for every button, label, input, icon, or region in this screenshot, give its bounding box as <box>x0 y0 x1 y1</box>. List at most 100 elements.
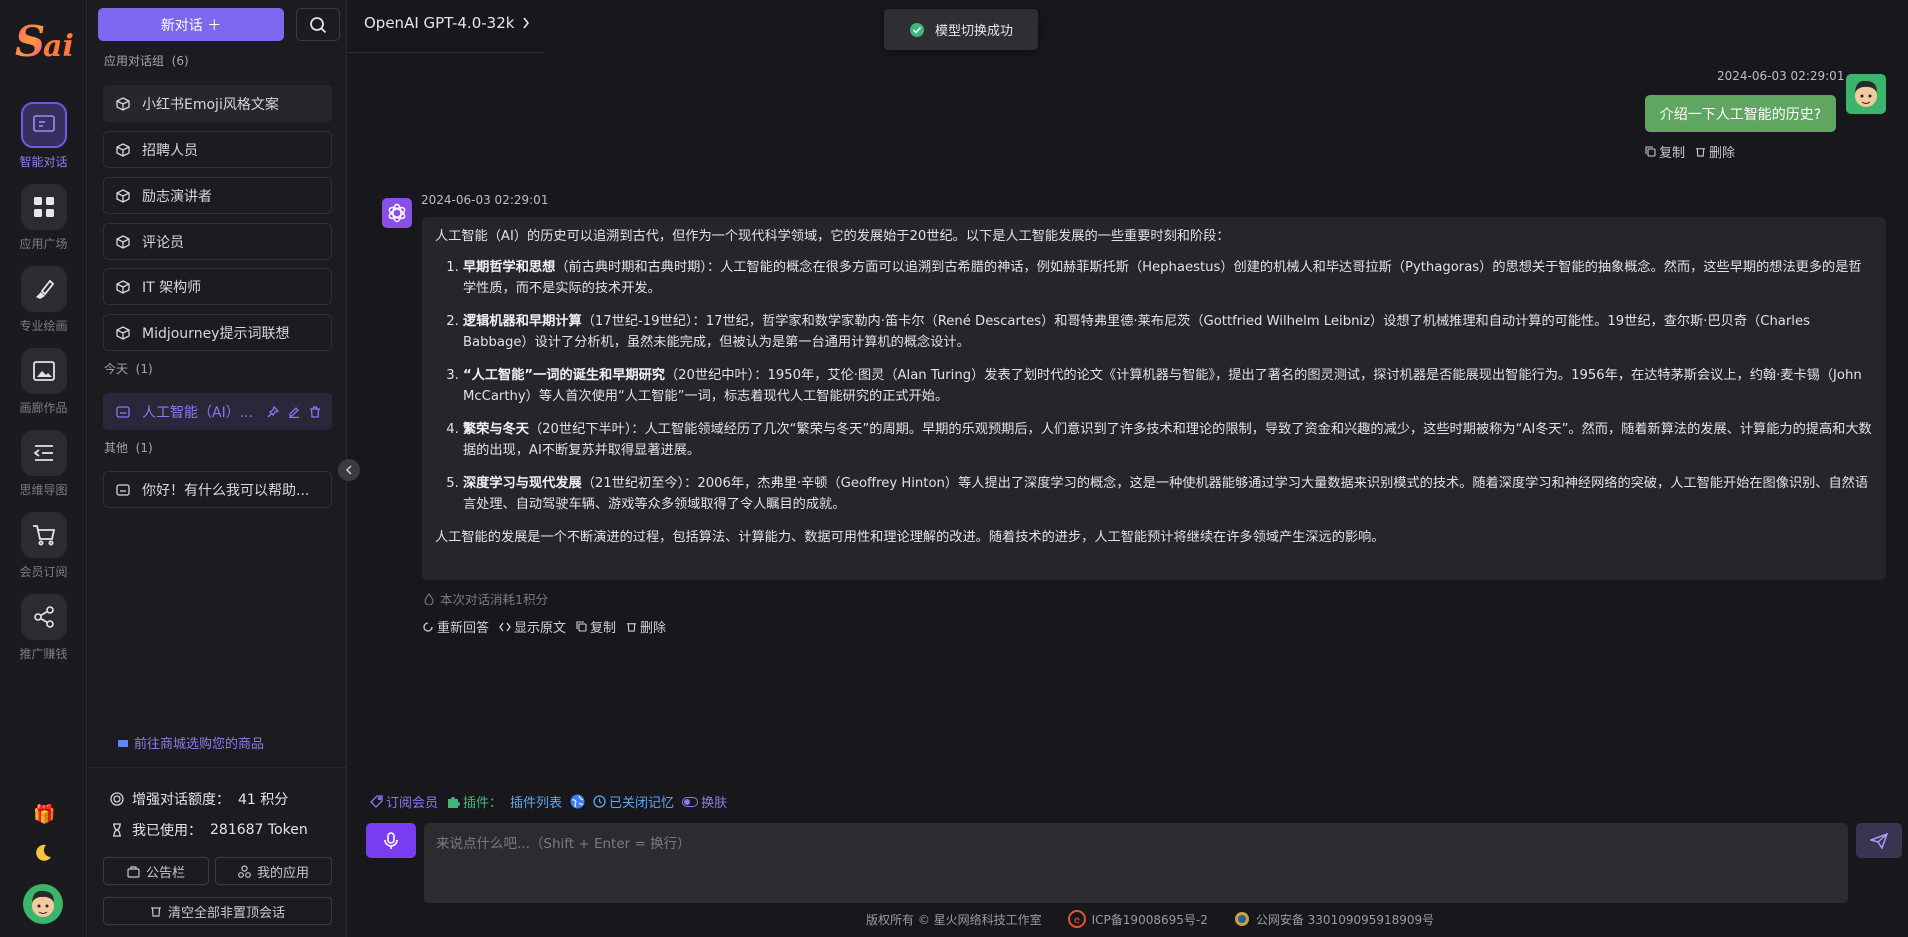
cube-icon <box>116 279 130 294</box>
svg-text:ai: ai <box>43 29 74 64</box>
delete-button[interactable]: 删除 <box>626 617 666 636</box>
apps-icon <box>238 864 251 878</box>
app-logo[interactable]: S ai <box>13 16 75 68</box>
ai-message-content: 人工智能（AI）的历史可以追溯到古代，但作为一个现代科学领域，它的发展始于20世… <box>422 217 1886 580</box>
conversation-sidebar: 新对话 ＋ 应用对话组 (6) 小红书Emoji风格文案 招聘人员 励志演讲者 … <box>88 0 347 937</box>
coin-icon <box>110 792 124 806</box>
theme-toggle[interactable]: 换肤 <box>682 792 727 811</box>
code-icon <box>499 622 511 631</box>
trash-icon[interactable] <box>309 405 321 418</box>
store-icon <box>118 739 128 747</box>
drop-icon <box>424 592 434 605</box>
plugin-list-button[interactable]: 插件列表 <box>510 792 562 811</box>
icp-icon: e <box>1067 910 1086 928</box>
subscribe-button[interactable]: 订阅会员 <box>370 792 438 811</box>
apps-grid-icon <box>20 184 67 230</box>
show-raw-button[interactable]: 显示原文 <box>499 617 566 636</box>
pin-icon[interactable] <box>267 405 279 418</box>
share-icon <box>20 594 67 640</box>
user-message-bubble: 介绍一下人工智能的历史? <box>1645 95 1836 132</box>
page-footer: 版权所有 © 星火网络科技工作室 e ICP备19008695号-2 公网安备 … <box>866 910 1434 928</box>
icp-link[interactable]: ICP备19008695号-2 <box>1092 911 1208 928</box>
toast-notification: 模型切换成功 <box>884 9 1038 50</box>
conversation-item[interactable]: 你好！有什么我可以帮助... <box>103 471 332 508</box>
cart-icon <box>20 512 67 558</box>
rail-item-subscribe[interactable]: 会员订阅 <box>0 512 87 594</box>
my-apps-button[interactable]: 我的应用 <box>215 857 332 885</box>
check-circle-icon <box>909 22 924 37</box>
rail-item-paint[interactable]: 专业绘画 <box>0 266 87 348</box>
cube-icon <box>116 188 130 203</box>
list-item: 深度学习与现代发展（21世纪初至今）：2006年，杰弗里·辛顿（Geoffrey… <box>463 473 1873 516</box>
rail-label: 应用广场 <box>19 237 68 251</box>
voice-input-button[interactable] <box>366 823 416 858</box>
chevron-left-icon <box>345 465 352 475</box>
moon-icon[interactable] <box>33 843 55 865</box>
user-avatar[interactable] <box>23 884 63 924</box>
app-item[interactable]: IT 架构师 <box>103 268 332 305</box>
notice-board-button[interactable]: 公告栏 <box>103 857 209 885</box>
shop-link[interactable]: 前往商城选购您的商品 <box>118 733 264 752</box>
collapse-sidebar-button[interactable] <box>338 459 360 481</box>
globe-button[interactable] <box>570 794 585 809</box>
app-item[interactable]: Midjourney提示词联想 <box>103 314 332 351</box>
model-selector[interactable]: OpenAI GPT-4.0-32k <box>364 14 530 32</box>
police-record-link[interactable]: 公网安备 33010909591890​9号 <box>1256 911 1434 928</box>
message-input[interactable]: 来说点什么吧...（Shift + Enter = 换行） <box>424 823 1848 903</box>
cube-icon <box>116 234 130 249</box>
chevron-right-icon <box>523 17 530 29</box>
copy-icon <box>1645 146 1656 157</box>
edit-icon[interactable] <box>288 406 300 418</box>
model-name: OpenAI GPT-4.0-32k <box>364 14 515 32</box>
app-item[interactable]: 招聘人员 <box>103 131 332 168</box>
user-message-time: 2024-06-03 02:29:01 <box>1717 69 1845 83</box>
new-chat-button[interactable]: 新对话 ＋ <box>98 8 284 41</box>
puzzle-icon <box>448 796 461 808</box>
memory-icon <box>593 795 606 808</box>
rail-item-apps[interactable]: 应用广场 <box>0 184 87 266</box>
delete-button[interactable]: 删除 <box>1695 142 1735 161</box>
police-badge-icon <box>1234 912 1249 926</box>
rail-label: 智能对话 <box>19 155 68 169</box>
plugin-label: 插件： <box>446 792 502 811</box>
clear-conversations-button[interactable]: 清空全部非置顶会话 <box>103 897 332 925</box>
chat-icon <box>20 102 67 148</box>
memory-toggle[interactable]: 已关闭记忆 <box>593 792 674 811</box>
rail-label: 思维导图 <box>19 483 68 497</box>
rail-item-promote[interactable]: 推广赚钱 <box>0 594 87 676</box>
tag-icon <box>370 795 383 808</box>
ai-outro: 人工智能的发展是一个不断演进的过程，包括算法、计算能力、数据可用性和理论理解的改… <box>435 529 1385 545</box>
app-item[interactable]: 小红书Emoji风格文案 <box>103 85 332 122</box>
copy-button[interactable]: 复制 <box>1645 142 1685 161</box>
app-item[interactable]: 励志演讲者 <box>103 177 332 214</box>
conversation-title: 你好！有什么我可以帮助... <box>142 482 310 499</box>
app-item-label: Midjourney提示词联想 <box>142 325 290 342</box>
app-item-label: IT 架构师 <box>142 279 202 296</box>
gift-icon[interactable]: 🎁 <box>33 804 55 826</box>
openai-icon <box>388 203 406 223</box>
app-item[interactable]: 评论员 <box>103 223 332 260</box>
ai-list: 早期哲学和思想（前古典时期和古典时期）：人工智能的概念在很多方面可以追溯到古希腊… <box>435 257 1873 516</box>
regenerate-button[interactable]: 重新回答 <box>422 617 489 636</box>
cube-icon <box>116 96 130 111</box>
chat-bubble-icon <box>116 483 130 496</box>
trash-icon <box>626 623 637 632</box>
microphone-icon <box>384 831 398 849</box>
copy-button[interactable]: 复制 <box>576 617 616 636</box>
app-item-label: 励志演讲者 <box>142 188 212 205</box>
divider <box>88 767 347 768</box>
rail-item-gallery[interactable]: 画廊作品 <box>0 348 87 430</box>
usage-row: 我已使用： 281687 Token <box>110 820 308 840</box>
conversation-item-active[interactable]: 人工智能（AI）... <box>103 393 332 430</box>
today-group-title: 今天 (1) <box>104 362 153 376</box>
search-button[interactable] <box>296 8 340 41</box>
refresh-icon <box>423 621 433 632</box>
svg-text:S: S <box>15 17 45 66</box>
rail-item-chat[interactable]: 智能对话 <box>0 102 87 184</box>
search-icon <box>310 16 327 33</box>
app-item-label: 评论员 <box>142 234 184 251</box>
trash-icon <box>1695 148 1706 157</box>
rail-item-mindmap[interactable]: 思维导图 <box>0 430 87 512</box>
send-button[interactable] <box>1856 823 1902 858</box>
brush-icon <box>20 266 67 312</box>
